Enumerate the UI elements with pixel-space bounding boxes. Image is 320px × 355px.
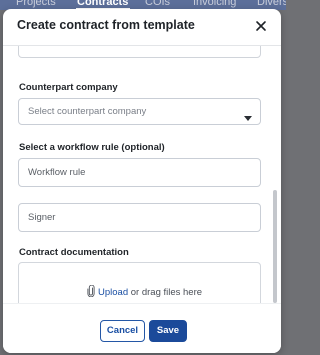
modal-title: Create contract from template [17, 18, 195, 32]
save-button[interactable]: Save [149, 320, 187, 342]
workflow-rule-placeholder: Workflow rule [28, 167, 86, 178]
contract-documentation-label: Contract documentation [19, 247, 129, 258]
upload-link[interactable]: Upload [98, 287, 128, 298]
caret-down-icon [244, 109, 252, 121]
bg-tab-diversity: Diversi [257, 0, 286, 8]
file-dropzone[interactable]: Upload or drag files here [18, 262, 261, 303]
modal-footer: Cancel Save [3, 303, 281, 353]
modal-header: Create contract from template [3, 9, 281, 45]
bg-tab-invoicing: Invoicing [193, 0, 237, 8]
scrollbar-thumb[interactable] [273, 190, 277, 303]
workflow-rule-input[interactable]: Workflow rule [18, 158, 261, 187]
bg-tab-cois: COIs [145, 0, 171, 8]
signer-input[interactable]: Signer [18, 203, 261, 232]
counterpart-company-select[interactable]: Select counterpart company [18, 98, 261, 125]
paperclip-icon [87, 284, 95, 298]
bg-tab-projects: Projects [16, 0, 56, 8]
footer-divider [3, 303, 281, 304]
signer-placeholder: Signer [28, 212, 56, 223]
close-icon[interactable] [253, 18, 269, 34]
dropzone-content: Upload or drag files here [87, 284, 203, 299]
counterpart-company-placeholder: Select counterpart company [28, 106, 147, 117]
workflow-rule-label: Select a workflow rule (optional) [19, 142, 165, 153]
create-contract-modal: Create contract from template Counterpar… [3, 9, 281, 353]
counterpart-company-label: Counterpart company [19, 82, 118, 93]
bg-tab-contracts: Contracts [77, 0, 129, 8]
modal-body[interactable]: Counterpart company Select counterpart c… [3, 46, 281, 303]
previous-field[interactable] [18, 46, 261, 58]
cancel-button[interactable]: Cancel [100, 320, 145, 342]
drag-files-text: or drag files here [130, 287, 203, 298]
